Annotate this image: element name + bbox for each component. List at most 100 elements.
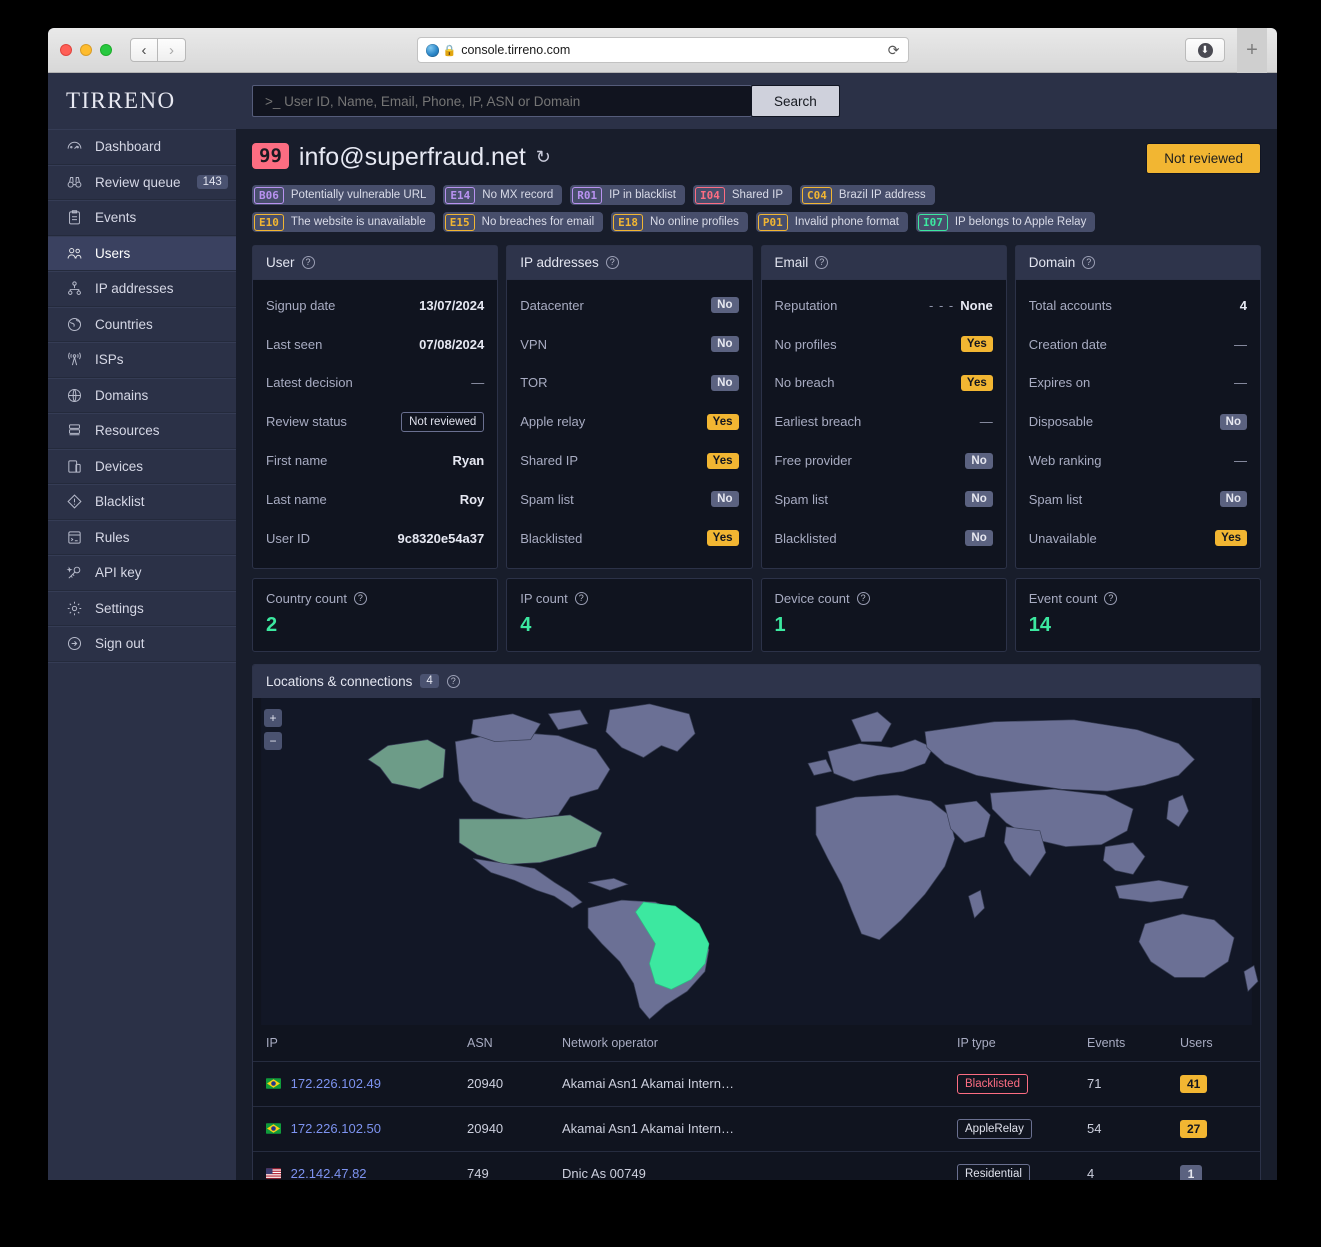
row-label: Shared IP <box>520 453 579 469</box>
help-icon[interactable]: ? <box>446 674 460 688</box>
review-status-button[interactable]: Not reviewed <box>1146 143 1261 174</box>
rule-tag[interactable]: R01 IP in blacklist <box>570 185 685 205</box>
row-value: 07/08/2024 <box>419 336 485 352</box>
sidebar-item-api-key[interactable]: API key <box>48 555 236 591</box>
help-icon[interactable]: ? <box>574 591 588 605</box>
url-text: console.tirreno.com <box>461 43 571 57</box>
rule-tag[interactable]: P01 Invalid phone format <box>755 212 908 232</box>
sidebar-item-sign-out[interactable]: Sign out <box>48 626 236 662</box>
new-tab-button[interactable]: + <box>1237 28 1267 73</box>
sidebar-item-blacklist[interactable]: Blacklist <box>48 484 236 520</box>
rule-label: The website is unavailable <box>290 216 426 228</box>
rule-tag[interactable]: I04 Shared IP <box>693 185 793 205</box>
brand-logo[interactable]: TIRRENO <box>48 73 236 129</box>
rule-tag[interactable]: E10 The website is unavailable <box>252 212 435 232</box>
help-icon[interactable]: ? <box>605 256 619 269</box>
refresh-icon[interactable]: ↻ <box>536 143 551 171</box>
reload-icon[interactable]: ⟳ <box>888 42 900 59</box>
cell-events: 71 <box>1087 1061 1180 1107</box>
status-badge: No <box>1219 491 1247 508</box>
panel-title: IP addresses <box>520 255 599 270</box>
column-header-users[interactable]: Users <box>1180 1024 1260 1062</box>
rule-label: Brazil IP address <box>838 189 926 201</box>
sidebar-item-resources[interactable]: Resources <box>48 413 236 449</box>
help-icon[interactable]: ? <box>1082 256 1096 269</box>
sidebar-item-label: Sign out <box>95 636 145 652</box>
map-zoom-controls[interactable]: + − <box>264 708 282 750</box>
column-header-asn[interactable]: ASN <box>467 1024 562 1062</box>
sidebar-item-review-queue[interactable]: Review queue 143 <box>48 164 236 200</box>
detail-row: Spam list No <box>775 480 993 519</box>
zoom-out-button[interactable]: − <box>264 731 282 750</box>
help-icon[interactable]: ? <box>856 591 870 605</box>
detail-row: Free provider No <box>775 441 993 480</box>
close-window-button[interactable] <box>60 44 72 56</box>
sidebar-item-label: Dashboard <box>95 139 162 155</box>
download-button[interactable]: ⬇ <box>1185 38 1225 62</box>
sidebar-item-settings[interactable]: Settings <box>48 590 236 626</box>
minimize-window-button[interactable] <box>80 44 92 56</box>
help-icon[interactable]: ? <box>1104 591 1118 605</box>
table-row[interactable]: 172.226.102.50 20940 Akamai Asn1 Akamai … <box>253 1106 1260 1152</box>
detail-row: Spam list No <box>520 480 739 519</box>
ip-link[interactable]: 172.226.102.50 <box>291 1121 381 1136</box>
help-icon[interactable]: ? <box>301 256 315 269</box>
ip-link[interactable]: 172.226.102.49 <box>291 1076 381 1091</box>
rule-code: E18 <box>613 213 644 231</box>
row-label: Last name <box>266 491 327 507</box>
column-header-ip-type[interactable]: IP type <box>957 1024 1087 1062</box>
panel-body: Signup date 13/07/2024 Last seen 07/08/202… <box>253 280 497 568</box>
table-row[interactable]: 172.226.102.49 20940 Akamai Asn1 Akamai … <box>253 1061 1260 1107</box>
back-arrow-icon[interactable]: ‹ <box>130 38 158 62</box>
counter-label-wrap: Event count? <box>1029 591 1247 606</box>
status-badge: Yes <box>960 374 993 391</box>
zoom-in-button[interactable]: + <box>264 708 282 727</box>
table-row[interactable]: 22.142.47.82 749 Dnic As 00749 Residenti… <box>253 1151 1260 1180</box>
panel-ip-addresses: IP addresses ? Datacenter No VPN No TOR No … <box>506 245 753 569</box>
row-value: — <box>979 414 993 430</box>
rule-label: No breaches for email <box>481 216 595 228</box>
sidebar-item-label: Rules <box>95 529 130 545</box>
rule-tag[interactable]: E15 No breaches for email <box>442 212 604 232</box>
ip-type-chip: Residential <box>957 1163 1030 1180</box>
column-header-ip[interactable]: IP <box>253 1024 467 1062</box>
map-svg <box>261 697 1259 1025</box>
rule-label: IP in blacklist <box>609 189 676 201</box>
rule-code: I07 <box>917 213 948 231</box>
sidebar-item-ip-addresses[interactable]: IP addresses <box>48 271 236 307</box>
maximize-window-button[interactable] <box>100 44 112 56</box>
address-bar[interactable]: 🔒 console.tirreno.com ⟳ <box>416 37 909 63</box>
world-map[interactable]: + − <box>253 697 1260 1025</box>
page-header: 99 info@superfraud.net ↻ Not reviewed <box>252 143 1261 174</box>
rule-label: IP belongs to Apple Relay <box>954 216 1087 228</box>
sidebar-item-countries[interactable]: Countries <box>48 306 236 342</box>
sidebar-item-users[interactable]: Users <box>48 235 236 271</box>
help-icon[interactable]: ? <box>815 256 829 269</box>
cell-ip-type: Blacklisted <box>957 1061 1087 1107</box>
column-header-operator[interactable]: Network operator <box>562 1024 957 1062</box>
sidebar-item-dashboard[interactable]: Dashboard <box>48 129 236 165</box>
forward-arrow-icon[interactable]: › <box>158 38 186 62</box>
users-badge: 1 <box>1180 1164 1202 1180</box>
column-header-events[interactable]: Events <box>1087 1024 1180 1062</box>
detail-row: Reputation - - - None <box>775 286 993 325</box>
rule-tag[interactable]: E18 No online profiles <box>611 212 748 232</box>
sidebar-item-domains[interactable]: Domains <box>48 377 236 413</box>
rule-tag[interactable]: B06 Potentially vulnerable URL <box>252 185 436 205</box>
locations-header: Locations & connections 4 ? <box>253 664 1260 698</box>
ip-link[interactable]: 22.142.47.82 <box>291 1166 367 1180</box>
search-input[interactable] <box>252 85 752 117</box>
sidebar-item-isps[interactable]: ISPs <box>48 342 236 378</box>
help-icon[interactable]: ? <box>353 591 367 605</box>
rule-tag[interactable]: I07 IP belongs to Apple Relay <box>915 212 1096 232</box>
row-label: Web ranking <box>1028 453 1102 469</box>
navigation-buttons[interactable]: ‹ › <box>130 38 186 62</box>
search-button[interactable]: Search <box>751 85 840 117</box>
sidebar-item-rules[interactable]: Rules <box>48 519 236 555</box>
row-label: Blacklisted <box>774 530 837 546</box>
window-controls[interactable] <box>60 44 112 56</box>
rule-tag[interactable]: E14 No MX record <box>443 185 563 205</box>
sidebar-item-events[interactable]: Events <box>48 200 236 236</box>
sidebar-item-devices[interactable]: Devices <box>48 448 236 484</box>
rule-tag[interactable]: C04 Brazil IP address <box>800 185 935 205</box>
